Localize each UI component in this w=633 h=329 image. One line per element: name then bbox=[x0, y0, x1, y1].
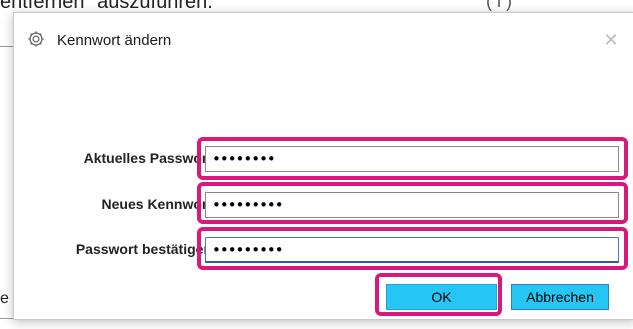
gear-icon bbox=[28, 31, 44, 47]
background-info-glyph: ( i ) bbox=[486, 0, 512, 11]
background-page-text-left: e bbox=[0, 290, 9, 307]
background-divider bbox=[0, 46, 14, 47]
new-password-field[interactable] bbox=[205, 192, 619, 218]
dialog-title: Kennwort ändern bbox=[57, 32, 172, 49]
new-password-label: Neues Kennwort bbox=[101, 196, 212, 212]
cancel-button-label: Abbrechen bbox=[526, 289, 594, 305]
close-button[interactable]: ✕ bbox=[600, 29, 622, 51]
close-icon: ✕ bbox=[603, 29, 619, 51]
confirm-password-field[interactable] bbox=[205, 237, 619, 263]
current-password-label: Aktuelles Passwort bbox=[83, 150, 212, 166]
current-password-field[interactable] bbox=[205, 146, 619, 172]
ok-button-label: OK bbox=[431, 289, 452, 305]
change-password-dialog: Kennwort ändern ✕ Aktuelles Passwort Neu… bbox=[13, 12, 633, 320]
confirm-password-label: Passwort bestätigen bbox=[75, 241, 212, 257]
title-bar[interactable]: Kennwort ändern ✕ bbox=[14, 13, 633, 53]
ok-button[interactable]: OK bbox=[386, 284, 497, 310]
cancel-button[interactable]: Abbrechen bbox=[511, 284, 609, 310]
